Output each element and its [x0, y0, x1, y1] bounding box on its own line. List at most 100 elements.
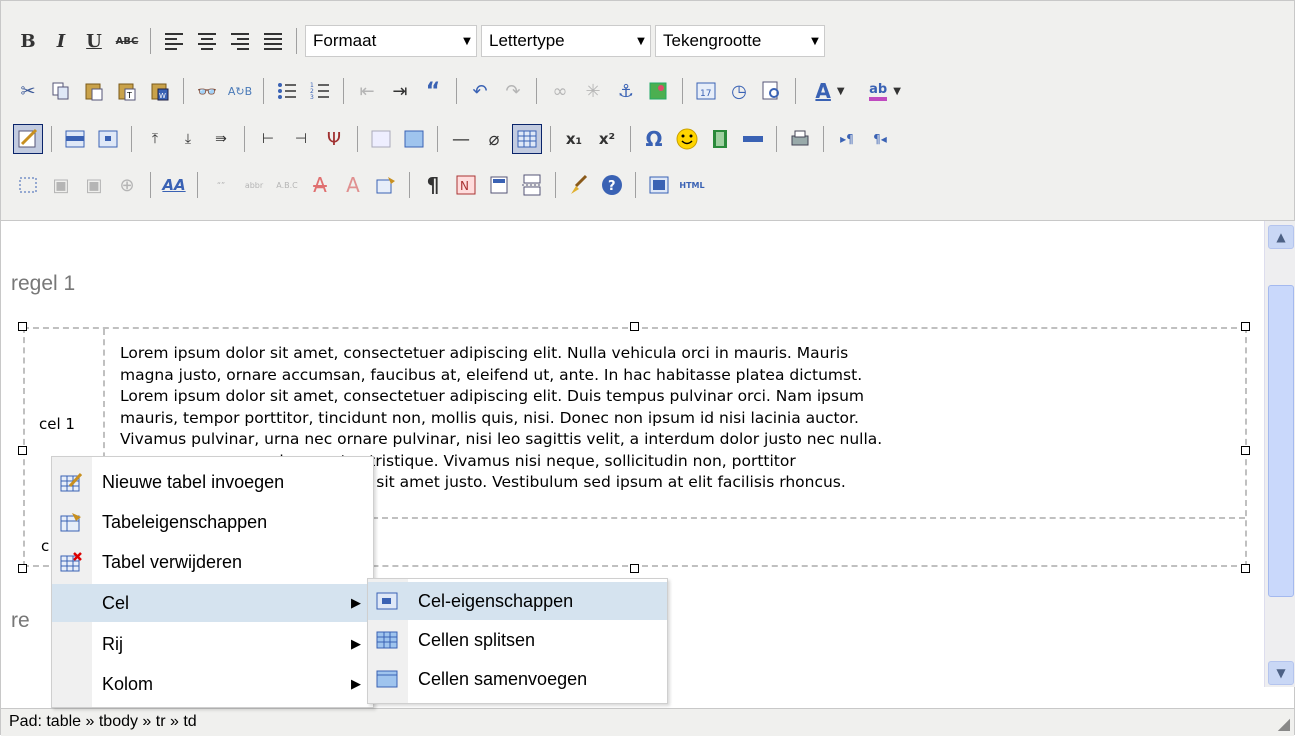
resize-handle[interactable]: [1241, 446, 1250, 455]
menu-item-cell-properties[interactable]: Cel-eigenschappen: [368, 582, 667, 620]
table-cell-props-button[interactable]: [93, 124, 123, 154]
blockquote-button[interactable]: “: [418, 76, 448, 106]
insert-layer-button[interactable]: [13, 170, 43, 200]
abbr-button[interactable]: abbr: [239, 170, 269, 200]
table-cell[interactable]: cel 1: [39, 415, 75, 433]
resize-grip-icon[interactable]: ◢: [1278, 714, 1290, 734]
resize-handle[interactable]: [18, 446, 27, 455]
help-button[interactable]: ?: [597, 170, 627, 200]
media-button[interactable]: [705, 124, 735, 154]
row-before-button[interactable]: ⤒: [140, 124, 170, 154]
justify-button[interactable]: [258, 26, 288, 56]
scroll-down-button[interactable]: ▼: [1268, 661, 1294, 685]
menu-item-row[interactable]: Rij ▶: [52, 625, 373, 663]
indent-button[interactable]: ⇥: [385, 76, 415, 106]
ltr-button[interactable]: ▸¶: [832, 124, 862, 154]
preview-button[interactable]: [757, 76, 787, 106]
strikethrough-button[interactable]: ABC: [112, 26, 142, 56]
split-cells-toolbar-button[interactable]: [366, 124, 396, 154]
format-select[interactable]: Formaat ▼: [305, 25, 477, 57]
underline-button[interactable]: U: [79, 26, 109, 56]
italic-button[interactable]: I: [46, 26, 76, 56]
menu-item-merge-cells[interactable]: Cellen samenvoegen: [368, 660, 667, 698]
html-source-button[interactable]: HTML: [677, 170, 707, 200]
text-color-button[interactable]: A ▼: [804, 76, 856, 106]
bold-button[interactable]: B: [13, 26, 43, 56]
undo-button[interactable]: ↶: [465, 76, 495, 106]
resize-handle[interactable]: [630, 322, 639, 331]
insert-date-button[interactable]: 17: [691, 76, 721, 106]
subscript-button[interactable]: x₁: [559, 124, 589, 154]
image-button[interactable]: [644, 76, 674, 106]
fullscreen-button[interactable]: [644, 170, 674, 200]
resize-handle[interactable]: [1241, 322, 1250, 331]
horizontal-rule-button[interactable]: —: [446, 124, 476, 154]
nonbreaking-button[interactable]: N: [451, 170, 481, 200]
font-size-select[interactable]: Tekengrootte ▼: [655, 25, 825, 57]
move-forward-button[interactable]: ▣: [46, 170, 76, 200]
table-row-props-button[interactable]: [60, 124, 90, 154]
pagebreak-insert-button[interactable]: [517, 170, 547, 200]
resize-handle[interactable]: [1241, 564, 1250, 573]
align-left-button[interactable]: [159, 26, 189, 56]
resize-handle[interactable]: [630, 564, 639, 573]
paste-button[interactable]: [79, 76, 109, 106]
paste-text-button[interactable]: T: [112, 76, 142, 106]
delete-col-button[interactable]: Ψ: [319, 124, 349, 154]
font-family-select[interactable]: Lettertype ▼: [481, 25, 651, 57]
resize-handle[interactable]: [18, 564, 27, 573]
emoticon-button[interactable]: [672, 124, 702, 154]
absolute-button[interactable]: ⊕: [112, 170, 142, 200]
scroll-up-button[interactable]: ▲: [1268, 225, 1294, 249]
col-after-button[interactable]: ⊣: [286, 124, 316, 154]
menu-item-delete-table[interactable]: Tabel verwijderen: [52, 543, 373, 581]
bullet-list-button[interactable]: [272, 76, 302, 106]
insert-time-button[interactable]: ◷: [724, 76, 754, 106]
replace-button[interactable]: A↻B: [225, 76, 255, 106]
menu-item-table-properties[interactable]: Tabeleigenschappen: [52, 503, 373, 541]
element-path[interactable]: Pad: table » tbody » tr » td: [9, 713, 197, 731]
menu-item-insert-table[interactable]: Nieuwe tabel invoegen: [52, 463, 373, 501]
paste-word-button[interactable]: W: [145, 76, 175, 106]
numbered-list-button[interactable]: 123: [305, 76, 335, 106]
link-button[interactable]: ∞: [545, 76, 575, 106]
cite-button[interactable]: “”: [206, 170, 236, 200]
unlink-button[interactable]: ✳: [578, 76, 608, 106]
menu-item-column[interactable]: Kolom ▶: [52, 665, 373, 703]
del-button[interactable]: A: [305, 170, 335, 200]
rtl-button[interactable]: ¶◂: [865, 124, 895, 154]
edit-button[interactable]: [13, 124, 43, 154]
acronym-button[interactable]: A.B.C: [272, 170, 302, 200]
print-button[interactable]: [785, 124, 815, 154]
col-before-button[interactable]: ⊢: [253, 124, 283, 154]
ins-button[interactable]: A: [338, 170, 368, 200]
outdent-button[interactable]: ⇤: [352, 76, 382, 106]
align-center-button[interactable]: [192, 26, 222, 56]
remove-format-button[interactable]: ⌀: [479, 124, 509, 154]
template-button[interactable]: [484, 170, 514, 200]
pagebreak-button[interactable]: [738, 124, 768, 154]
menu-item-split-cells[interactable]: Cellen splitsen: [368, 621, 667, 659]
merge-cells-toolbar-button[interactable]: [399, 124, 429, 154]
table-button[interactable]: [512, 124, 542, 154]
find-button[interactable]: 👓: [192, 76, 222, 106]
attribs-button[interactable]: [371, 170, 401, 200]
row-after-button[interactable]: ⤓: [173, 124, 203, 154]
menu-item-cell[interactable]: Cel ▶: [52, 584, 373, 622]
redo-button[interactable]: ↷: [498, 76, 528, 106]
cleanup-button[interactable]: [564, 170, 594, 200]
vertical-scrollbar[interactable]: ▲ ▼: [1264, 221, 1295, 687]
styleprops-button[interactable]: AA: [159, 170, 189, 200]
visualchars-button[interactable]: ¶: [418, 170, 448, 200]
special-char-button[interactable]: Ω: [639, 124, 669, 154]
delete-row-button[interactable]: ⇛: [206, 124, 236, 154]
highlight-color-button[interactable]: ab ▼: [859, 76, 911, 106]
move-backward-button[interactable]: ▣: [79, 170, 109, 200]
resize-handle[interactable]: [18, 322, 27, 331]
table-cell[interactable]: c: [41, 537, 49, 555]
scrollbar-thumb[interactable]: [1268, 285, 1294, 597]
align-right-button[interactable]: [225, 26, 255, 56]
cut-button[interactable]: ✂: [13, 76, 43, 106]
superscript-button[interactable]: x²: [592, 124, 622, 154]
anchor-button[interactable]: ⚓: [611, 76, 641, 106]
